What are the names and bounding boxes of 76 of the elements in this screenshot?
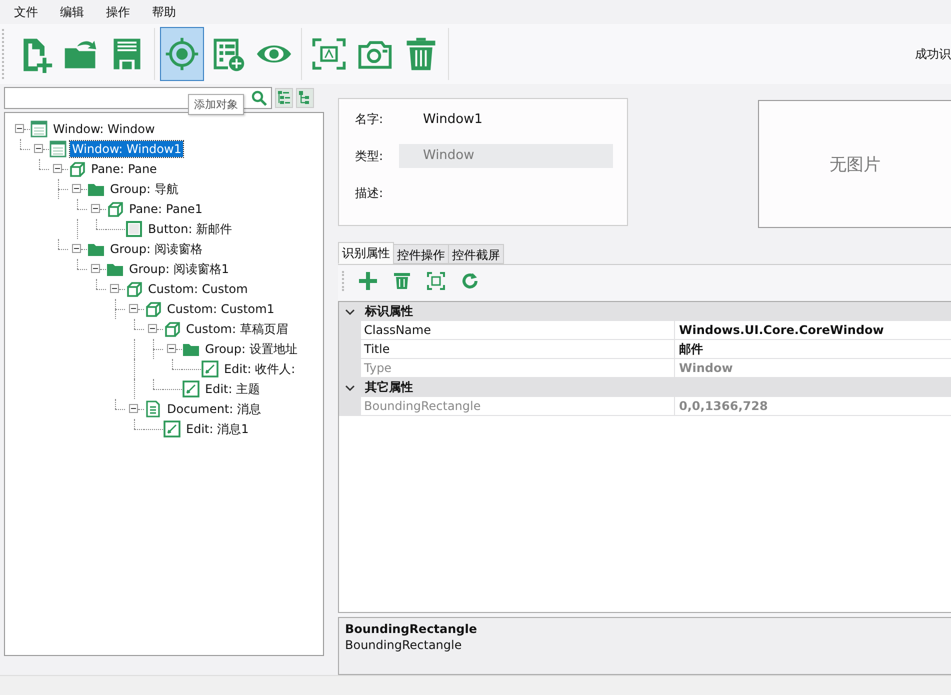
tree-node[interactable]: Pane: Pane1	[127, 201, 205, 217]
menu-item[interactable]: 编辑	[52, 4, 92, 20]
property-value: Windows.UI.Core.CoreWindow	[675, 321, 951, 340]
tree-document-icon	[144, 400, 162, 418]
tooltip: 添加对象	[188, 94, 244, 115]
collapse-toggle[interactable]	[110, 284, 119, 293]
tree-node[interactable]: Group: 导航	[108, 180, 180, 198]
target-icon	[163, 35, 201, 73]
refresh-icon	[460, 271, 480, 291]
tree-edit-icon	[182, 380, 200, 398]
tab[interactable]: 控件操作	[393, 244, 449, 264]
collapse-toggle[interactable]	[72, 184, 81, 193]
tree-pane-icon	[106, 200, 124, 218]
name-value: Window1	[422, 112, 483, 126]
collapse-toggle[interactable]	[53, 164, 62, 173]
no-image-text: 无图片	[830, 154, 880, 176]
tree-node[interactable]: Pane: Pane	[89, 161, 159, 177]
menu-item[interactable]: 文件	[6, 4, 46, 20]
tree-node[interactable]: Window: Window1	[70, 141, 184, 157]
collapse-toggle[interactable]	[129, 304, 138, 313]
collapse-toggle[interactable]	[91, 204, 100, 213]
tree-node[interactable]: Group: 阅读窗格1	[127, 260, 232, 278]
tree-pane-icon	[163, 320, 181, 338]
tree-button-icon	[125, 220, 143, 238]
tree-node[interactable]: Group: 阅读窗格	[108, 240, 204, 258]
tree-node[interactable]: Group: 设置地址	[203, 340, 300, 358]
tree-node[interactable]: Custom: Custom	[146, 281, 250, 297]
tree-node[interactable]: Window: Window	[51, 121, 157, 137]
collapse-toggle[interactable]	[167, 344, 176, 353]
tree-window-icon	[49, 140, 67, 158]
search-icon[interactable]	[251, 90, 267, 106]
tree-node[interactable]: Custom: Custom1	[165, 301, 276, 317]
collapse-all-button[interactable]	[296, 88, 314, 108]
menu-item[interactable]: 操作	[98, 4, 138, 20]
toolbar-target-button[interactable]	[160, 27, 204, 81]
property-name: BoundingRectangle	[361, 397, 675, 416]
chevron-icon[interactable]	[345, 382, 355, 392]
category-title: 标识属性	[365, 303, 413, 320]
tree-node[interactable]: Document: 消息	[165, 400, 264, 418]
tree-node[interactable]: Edit: 消息1	[184, 420, 251, 438]
field-label: 名字:	[354, 110, 384, 128]
type-field: Window	[399, 144, 613, 168]
expand-all-button[interactable]	[275, 88, 293, 108]
status-text: 成功识	[915, 46, 951, 62]
tree-node[interactable]: Edit: 主题	[203, 380, 262, 398]
tree-node[interactable]: Button: 新邮件	[146, 220, 234, 238]
tree-pane-icon	[68, 160, 86, 178]
collapse-toggle[interactable]	[148, 324, 157, 333]
property-name: Title	[361, 340, 675, 359]
category-title: 其它属性	[365, 379, 413, 396]
description-text: BoundingRectangle	[345, 638, 463, 652]
collapse-toggle[interactable]	[15, 124, 24, 133]
collapse-toggle[interactable]	[72, 244, 81, 253]
menu-item[interactable]: 帮助	[144, 4, 184, 20]
trash-icon	[392, 271, 412, 291]
collapse-toggle[interactable]	[34, 144, 43, 153]
tree-edit-icon	[163, 420, 181, 438]
capture-frame-icon	[426, 271, 446, 291]
field-label: 类型:	[354, 148, 384, 164]
property-name: ClassName	[361, 321, 675, 340]
tree-node[interactable]: Custom: 草稿页眉	[184, 320, 290, 338]
tab[interactable]: 识别属性	[338, 242, 394, 264]
plus-icon	[358, 271, 378, 291]
collapse-toggle[interactable]	[129, 404, 138, 413]
tree-node[interactable]: Edit: 收件人:	[222, 360, 298, 378]
collapse-toggle[interactable]	[91, 264, 100, 273]
tree-edit-icon	[201, 360, 219, 378]
property-value: 0,0,1366,728	[675, 397, 951, 416]
field-label: 描述:	[354, 184, 384, 202]
chevron-icon[interactable]	[345, 306, 355, 316]
tree-window-icon	[30, 120, 48, 138]
tab[interactable]: 控件截屏	[448, 244, 504, 264]
tree-pane-icon	[144, 300, 162, 318]
description-title: BoundingRectangle	[345, 622, 478, 636]
tree-pane-icon	[125, 280, 143, 298]
property-value: 邮件	[675, 340, 951, 359]
